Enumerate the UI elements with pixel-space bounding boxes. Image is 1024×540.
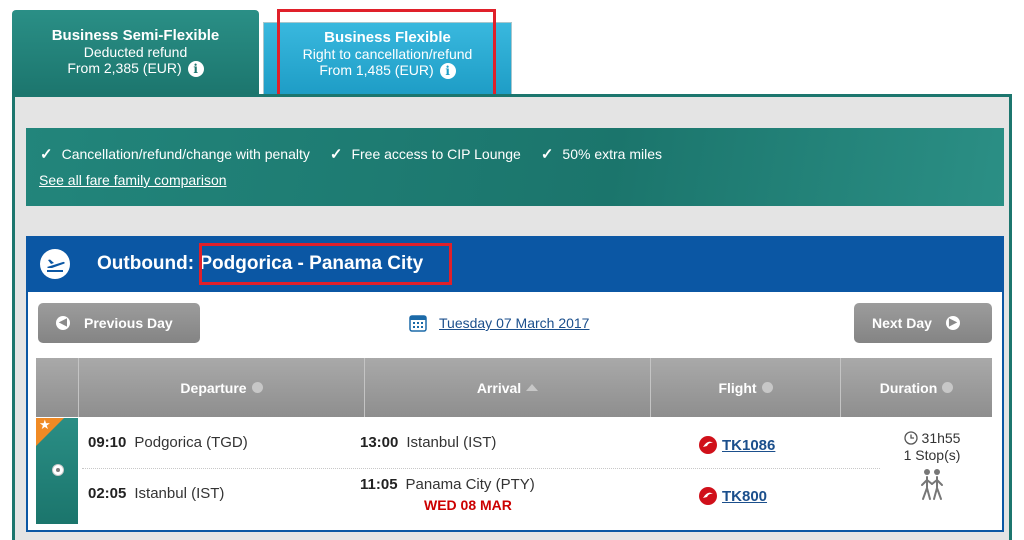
feature-item: ✓ 50% extra miles	[540, 146, 663, 163]
star-icon: ★	[39, 417, 51, 432]
clock-icon	[903, 431, 918, 445]
flights-table-header: Departure Arrival Flight Duration	[36, 358, 992, 417]
header-select-column	[36, 358, 78, 417]
header-arrival[interactable]: Arrival	[364, 358, 650, 417]
flight-select-radio[interactable]	[52, 464, 64, 476]
check-icon: ✓	[40, 146, 53, 163]
duration-cell: 31h55 1 Stop(s)	[878, 430, 986, 506]
stops-count: 1 Stop(s)	[903, 447, 961, 463]
fare-comparison-link[interactable]: See all fare family comparison	[39, 172, 227, 188]
check-icon: ✓	[329, 146, 343, 163]
segment-2-departure: 02:05 Istanbul (IST)	[88, 485, 225, 502]
calendar-icon	[409, 315, 427, 332]
header-departure[interactable]: Departure	[78, 358, 364, 417]
sort-icon	[761, 382, 773, 393]
check-icon: ✓	[540, 146, 554, 163]
header-flight[interactable]: Flight	[650, 358, 840, 417]
fare-tab-subtitle: Deducted refund	[83, 44, 188, 60]
info-icon[interactable]: i	[187, 61, 204, 78]
previous-day-button[interactable]: ◀ Previous Day	[38, 303, 200, 343]
segment-1-departure: 09:10 Podgorica (TGD)	[88, 434, 248, 451]
highlight-box-route	[199, 243, 452, 285]
airline-logo-icon	[699, 436, 717, 454]
flight-option-row[interactable]: ★ 09:10 Podgorica (TGD) 13:00 Istanbul (IS…	[36, 417, 992, 524]
airline-logo-icon	[699, 487, 717, 505]
fare-tab-price: From 2,385 (EUR) i	[12, 60, 259, 78]
chevron-left-icon: ◀	[56, 316, 70, 330]
header-duration[interactable]: Duration	[840, 358, 992, 417]
fare-features-banner: ✓ Cancellation/refund/change with penalty…	[26, 128, 1004, 206]
sort-ascending-icon	[526, 384, 539, 391]
segment-1-arrival: 13:00 Istanbul (IST)	[360, 434, 497, 451]
flight-link-tk1086[interactable]: TK1086	[699, 436, 775, 454]
row-select-strip: ★	[36, 417, 78, 524]
outbound-header: Outbound: Podgorica - Panama City	[26, 236, 1004, 292]
next-day-button[interactable]: Next Day ▶	[854, 303, 992, 343]
departure-plane-icon	[40, 249, 70, 279]
sort-icon	[942, 382, 954, 393]
transfer-passengers-icon	[921, 469, 943, 500]
feature-item: ✓ Cancellation/refund/change with penalty	[40, 146, 310, 163]
segment-divider	[82, 468, 880, 469]
arrival-next-day-note: WED 08 MAR	[424, 497, 512, 513]
chevron-right-icon: ▶	[945, 316, 960, 330]
feature-item: ✓ Free access to CIP Lounge	[329, 146, 521, 163]
date-picker-link[interactable]: Tuesday 07 March 2017	[409, 314, 589, 332]
sort-icon	[251, 382, 263, 393]
fare-tab-semi-flexible[interactable]: Business Semi-Flexible Deducted refund F…	[12, 10, 259, 107]
fare-tab-title: Business Semi-Flexible	[51, 27, 220, 44]
duration-value: 31h55	[878, 430, 986, 447]
segment-2-arrival: 11:05 Panama City (PTY)	[360, 476, 535, 493]
flight-link-tk800[interactable]: TK800	[699, 487, 767, 505]
